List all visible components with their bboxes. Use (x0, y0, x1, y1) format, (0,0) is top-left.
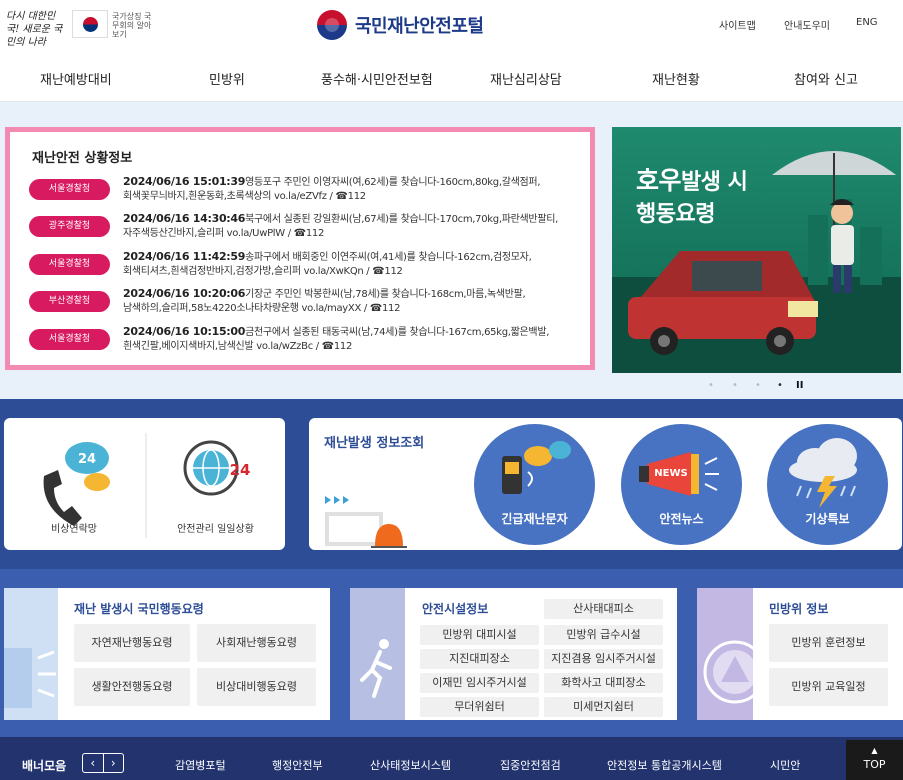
chevron-up-icon: ▲ (871, 746, 878, 755)
civil-defense-title: 민방위 정보 (769, 602, 829, 616)
nav-disaster-status[interactable]: 재난현황 (652, 69, 700, 88)
banner-title: 호우발생 시 행동요령 (636, 166, 748, 227)
dust-shelter-button[interactable]: 미세먼지쉼터 (544, 697, 663, 717)
civil-defense-panel: 민방위 정보 민방위 훈련정보 민방위 교육일정 (697, 588, 903, 720)
agency-badge: 서울경찰청 (29, 179, 110, 200)
agency-badge: 부산경찰청 (29, 291, 110, 312)
civil-defense-emblem-icon (697, 588, 767, 720)
alert-text: 2024/06/16 10:20:06기장군 주민인 박봉한씨(남,78세)를 … (123, 287, 526, 314)
emergency-prep-guide-button[interactable]: 비상대비행동요령 (197, 668, 316, 706)
chevron-right-icon[interactable]: › (102, 754, 124, 772)
civil-water-button[interactable]: 민방위 급수시설 (544, 625, 663, 645)
life-safety-guide-button[interactable]: 생활안전행동요령 (74, 668, 190, 706)
banner-link[interactable]: 감염병포털 (175, 757, 226, 773)
site-logo[interactable]: 국민재난안전포털 (317, 8, 484, 42)
disaster-info-box: 재난발생 정보조회 긴급재난문자 NEWS 안전뉴스 기상특보 (309, 418, 902, 550)
svg-text:NEWS: NEWS (654, 468, 687, 479)
hero-section: 재난안전 상황정보 서울경찰청 2024/06/16 15:01:39영등포구 … (0, 102, 903, 399)
banner-link[interactable]: 집중안전점검 (500, 757, 561, 773)
slide-dot[interactable]: • (732, 380, 738, 391)
emergency-box: 24 24 비상연락망 안전관리 일일상황 (4, 418, 285, 550)
natural-disaster-guide-button[interactable]: 자연재난행동요령 (74, 624, 190, 662)
action-guide-title: 재난 발생시 국민행동요령 (74, 602, 204, 616)
banner-link[interactable]: 시민안 (770, 757, 840, 773)
social-disaster-guide-button[interactable]: 사회재난행동요령 (197, 624, 316, 662)
earthquake-shelter-button[interactable]: 지진대피장소 (420, 649, 539, 669)
civil-shelter-button[interactable]: 민방위 대피시설 (420, 625, 539, 645)
phone-24-icon: 24 (43, 442, 110, 526)
alert-item[interactable]: 서울경찰청 2024/06/16 11:42:59송파구에서 배회중인 이연주씨… (29, 250, 584, 284)
alert-item[interactable]: 서울경찰청 2024/06/16 10:15:00금천구에서 실종된 태동국씨(… (29, 325, 584, 359)
victim-housing-button[interactable]: 이재민 임시주거시설 (420, 673, 539, 693)
earthquake-housing-button[interactable]: 지진겸용 임시주거시설 (544, 649, 663, 669)
banner-link[interactable]: 행정안전부 (272, 757, 323, 773)
facility-panel: 안전시설정보 산사태대피소 민방위 대피시설 민방위 급수시설 지진대피장소 지… (350, 588, 677, 720)
svg-text:24: 24 (78, 452, 96, 467)
rain-banner[interactable]: 호우발생 시 행동요령 (612, 127, 901, 373)
emergency-sms-button[interactable]: 긴급재난문자 (474, 424, 595, 545)
banner-arrows: ‹ › (82, 753, 124, 773)
slide-dot[interactable]: • (708, 380, 714, 391)
nav-civil-defense[interactable]: 민방위 (209, 69, 245, 88)
globe-24-icon: 24 (183, 440, 251, 496)
agency-badge: 서울경찰청 (29, 329, 110, 350)
sitemap-link[interactable]: 사이트맵 (719, 17, 756, 32)
alert-item[interactable]: 광주경찰청 2024/06/16 14:30:46북구에서 실종된 강일환씨(남… (29, 212, 584, 246)
agency-badge: 광주경찰청 (29, 216, 110, 237)
chemical-shelter-button[interactable]: 화학사고 대피장소 (544, 673, 663, 693)
banner-link[interactable]: 산사태정보시스템 (370, 757, 451, 773)
megaphone-icon (4, 588, 58, 720)
situation-title: 재난안전 상황정보 (32, 151, 133, 166)
rain-illustration (612, 151, 901, 373)
alert-text: 2024/06/16 10:15:00금천구에서 실종된 태동국씨(남,74세)… (123, 325, 550, 352)
eng-link[interactable]: ENG (856, 17, 878, 28)
alert-item[interactable]: 서울경찰청 2024/06/16 15:01:39영등포구 주민인 이영자씨(여… (29, 175, 584, 209)
running-person-icon (350, 588, 405, 720)
weather-alert-button[interactable]: 기상특보 (767, 424, 888, 545)
situation-panel: 재난안전 상황정보 서울경찰청 2024/06/16 15:01:39영등포구 … (5, 127, 595, 370)
nav-disaster-prep[interactable]: 재난예방대비 (40, 69, 112, 88)
national-flag-icon[interactable] (72, 10, 108, 38)
banner-bar-label: 배너모음 (22, 759, 67, 773)
site-header: 다시 대한민국! 새로운 국민의 나라 국가상징 국무회의 알아보기 국민재난안… (0, 0, 903, 52)
safety-news-button[interactable]: NEWS 안전뉴스 (621, 424, 742, 545)
alert-text: 2024/06/16 15:01:39영등포구 주민인 이영자씨(여,62세)를… (123, 175, 541, 202)
civil-education-button[interactable]: 민방위 교육일정 (769, 668, 888, 706)
nav-insurance[interactable]: 풍수해·시민안전보험 (321, 69, 433, 88)
quick-info-band: 24 24 비상연락망 안전관리 일일상황 재난발생 정보조회 긴급재난문자 N… (0, 399, 903, 569)
info-title: 재난발생 정보조회 (324, 436, 425, 451)
chevron-left-icon[interactable]: ‹ (83, 754, 103, 772)
nav-participation[interactable]: 참여와 신고 (794, 69, 858, 88)
daily-status-link[interactable]: 안전관리 일일상황 (146, 520, 285, 535)
taeguk-emblem-icon (317, 10, 347, 40)
landslide-shelter-button[interactable]: 산사태대피소 (544, 599, 663, 619)
agency-badge: 서울경찰청 (29, 254, 110, 275)
civil-training-button[interactable]: 민방위 훈련정보 (769, 624, 888, 662)
national-symbol-link[interactable]: 국가상징 국무회의 알아보기 (112, 12, 152, 39)
alert-text: 2024/06/16 11:42:59송파구에서 배회중인 이연주씨(여,41세… (123, 250, 532, 277)
heat-shelter-button[interactable]: 무더위쉼터 (420, 697, 539, 717)
guide-link[interactable]: 안내도우미 (784, 17, 830, 32)
svg-text:24: 24 (230, 461, 251, 479)
alert-item[interactable]: 부산경찰청 2024/06/16 10:20:06기장군 주민인 박봉한씨(남,… (29, 287, 584, 321)
site-title: 국민재난안전포털 (355, 16, 484, 37)
facility-title: 안전시설정보 (422, 602, 489, 616)
nav-counseling[interactable]: 재난심리상담 (490, 69, 562, 88)
slide-dot[interactable]: • (755, 380, 761, 391)
pause-button[interactable]: II (796, 380, 803, 391)
banner-link[interactable]: 안전정보 통합공개시스템 (607, 757, 722, 773)
alarm-monitor-icon (325, 496, 407, 548)
scroll-top-button[interactable]: ▲ TOP (846, 740, 903, 780)
main-navigation: 재난예방대비 민방위 풍수해·시민안전보험 재난심리상담 재난현황 참여와 신고 (0, 52, 903, 102)
emergency-contact-link[interactable]: 비상연락망 (4, 520, 144, 535)
alert-text: 2024/06/16 14:30:46북구에서 실종된 강일환씨(남,67세)를… (123, 212, 559, 239)
banner-bar: 배너모음 ‹ › 감염병포털 행정안전부 산사태정보시스템 집중안전점검 안전정… (0, 737, 903, 780)
action-guide-panel: 재난 발생시 국민행동요령 자연재난행동요령 사회재난행동요령 생활안전행동요령… (4, 588, 330, 720)
slide-dot-active[interactable]: • (777, 380, 783, 391)
action-section: 재난 발생시 국민행동요령 자연재난행동요령 사회재난행동요령 생활안전행동요령… (0, 569, 903, 737)
slogan-logo[interactable]: 다시 대한민국! 새로운 국민의 나라 (6, 10, 68, 48)
